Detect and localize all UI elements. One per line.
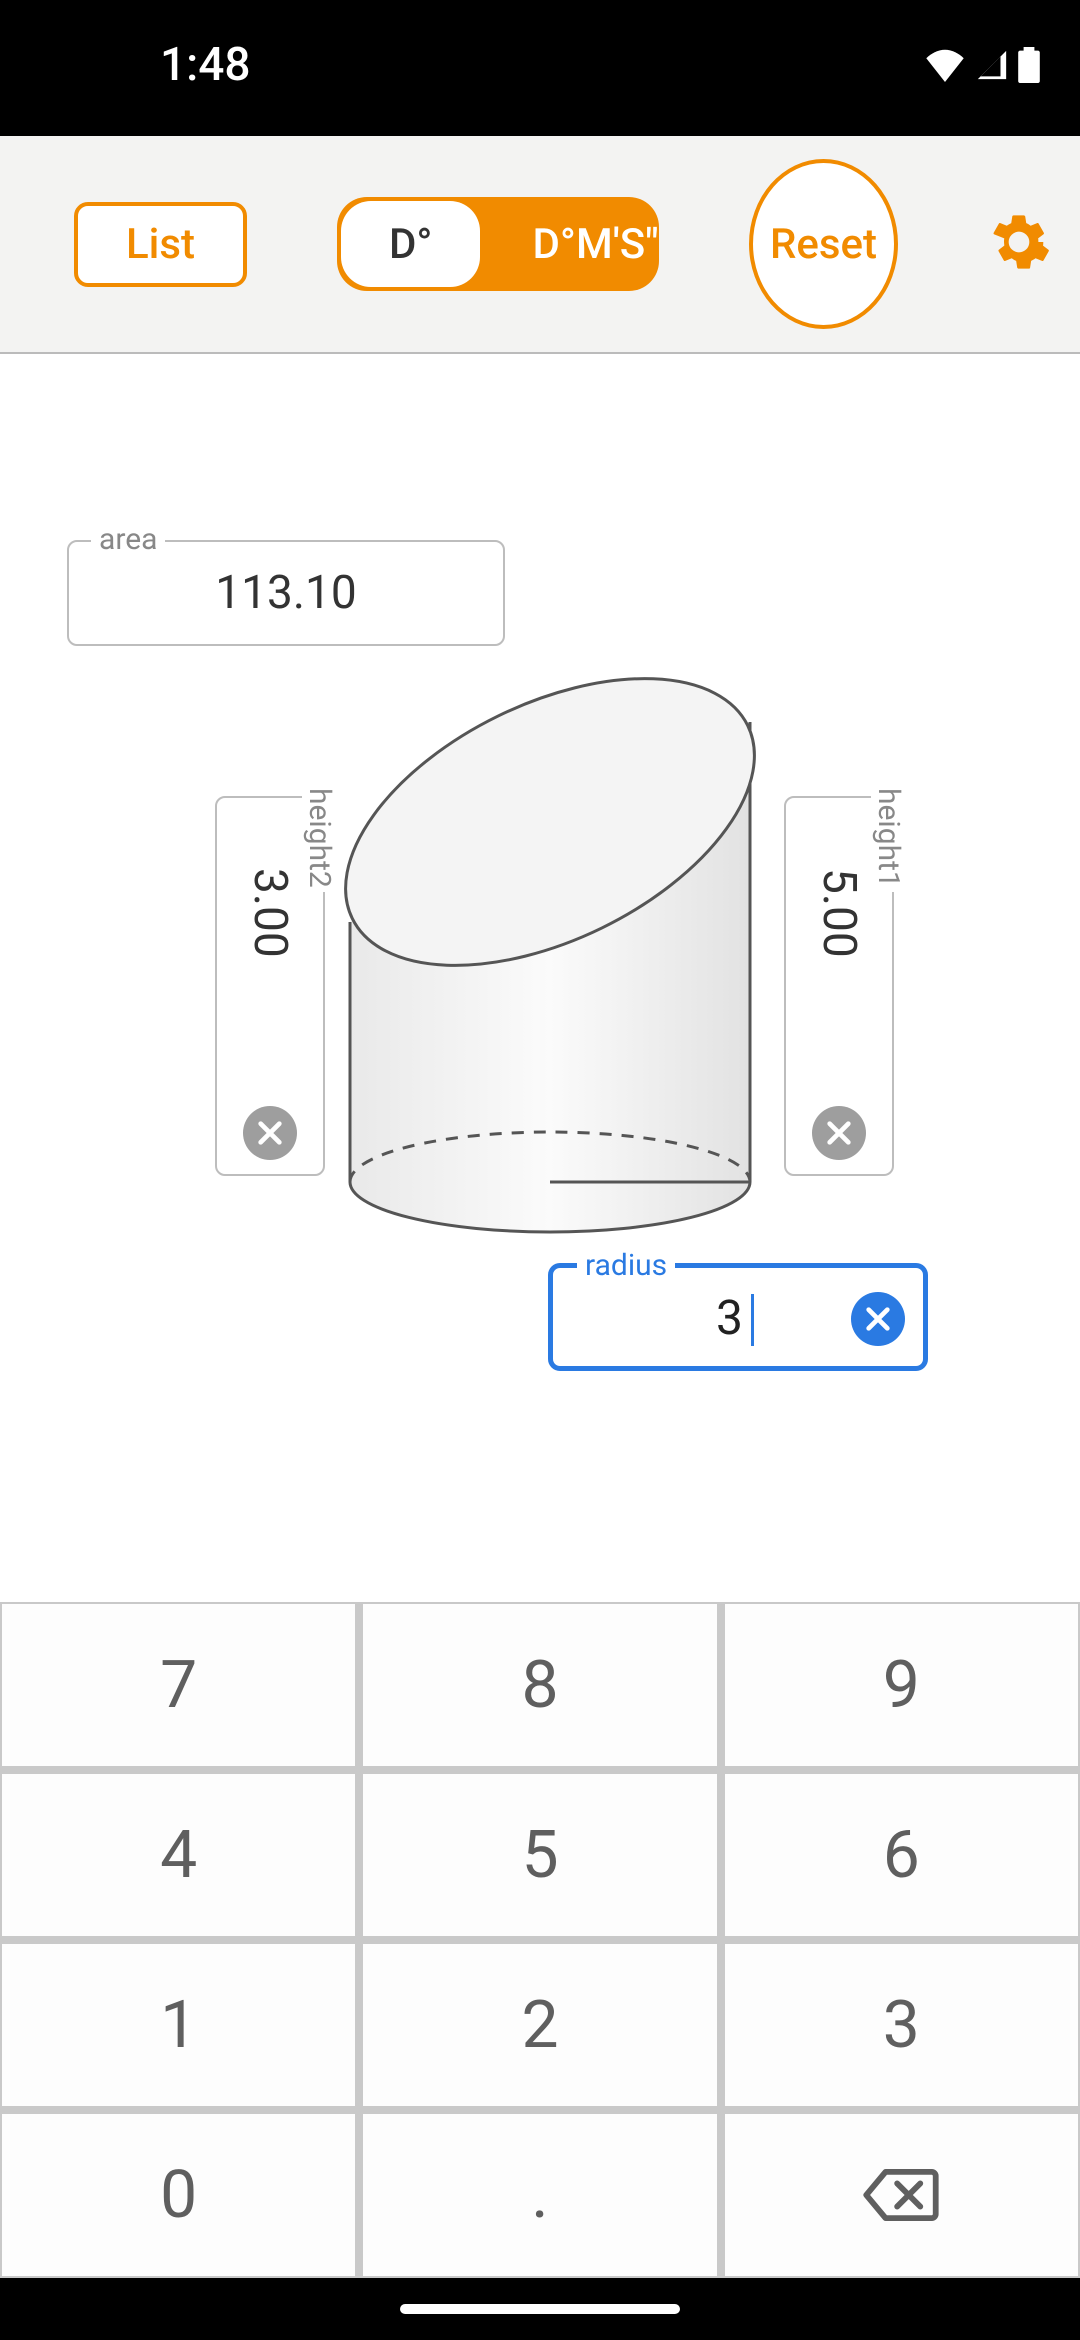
close-icon xyxy=(864,1305,892,1333)
backspace-icon xyxy=(862,2168,940,2222)
key-1[interactable]: 1 xyxy=(1,1943,356,2107)
numeric-keypad: 7 8 9 4 5 6 1 2 3 0 . xyxy=(0,1602,1080,2278)
angle-unit-degrees[interactable]: D° xyxy=(341,201,480,287)
nav-pill[interactable] xyxy=(400,2304,680,2314)
height2-label: height2 xyxy=(302,784,337,892)
key-6[interactable]: 6 xyxy=(724,1773,1079,1937)
cell-signal-icon xyxy=(974,48,1010,82)
text-cursor xyxy=(751,1294,754,1346)
area-label: area xyxy=(91,522,165,557)
key-2[interactable]: 2 xyxy=(362,1943,717,2107)
height1-clear-button[interactable] xyxy=(812,1106,866,1160)
gear-icon xyxy=(988,211,1050,273)
close-icon xyxy=(256,1119,284,1147)
area-value: 113.10 xyxy=(215,566,356,620)
key-3[interactable]: 3 xyxy=(724,1943,1079,2107)
status-icons xyxy=(924,47,1040,83)
key-backspace[interactable] xyxy=(724,2113,1079,2277)
height1-input[interactable]: height1 5.00 xyxy=(784,796,894,1176)
key-4[interactable]: 4 xyxy=(1,1773,356,1937)
height2-value: 3.00 xyxy=(243,868,297,958)
radius-input[interactable]: radius 3 xyxy=(548,1263,928,1371)
key-8[interactable]: 8 xyxy=(362,1603,717,1767)
angle-unit-dms[interactable]: D°M′S″ xyxy=(484,197,658,291)
key-0[interactable]: 0 xyxy=(1,2113,356,2277)
android-nav-bar xyxy=(0,2278,1080,2340)
key-decimal[interactable]: . xyxy=(362,2113,717,2277)
close-icon xyxy=(825,1119,853,1147)
truncated-cylinder-shape xyxy=(320,672,780,1252)
height2-input[interactable]: height2 3.00 xyxy=(215,796,325,1176)
height1-label: height1 xyxy=(871,784,906,892)
key-7[interactable]: 7 xyxy=(1,1603,356,1767)
key-9[interactable]: 9 xyxy=(724,1603,1079,1767)
battery-icon xyxy=(1018,47,1040,83)
height2-clear-button[interactable] xyxy=(243,1106,297,1160)
toolbar: List D° D°M′S″ Reset xyxy=(0,136,1080,354)
diagram-canvas: area 113.10 height2 3.00 he xyxy=(0,354,1080,1579)
status-bar: 1:48 xyxy=(0,0,1080,136)
wifi-icon xyxy=(924,48,966,82)
settings-button[interactable] xyxy=(988,211,1050,277)
reset-button[interactable]: Reset xyxy=(749,159,898,329)
radius-value: 3 xyxy=(613,1289,743,1346)
radius-clear-button[interactable] xyxy=(851,1292,905,1346)
status-time: 1:48 xyxy=(160,38,251,92)
list-button[interactable]: List xyxy=(74,202,247,287)
angle-unit-toggle[interactable]: D° D°M′S″ xyxy=(337,197,659,291)
height1-value: 5.00 xyxy=(812,868,866,958)
area-output: area 113.10 xyxy=(67,540,505,646)
radius-label: radius xyxy=(577,1248,675,1283)
key-5[interactable]: 5 xyxy=(362,1773,717,1937)
